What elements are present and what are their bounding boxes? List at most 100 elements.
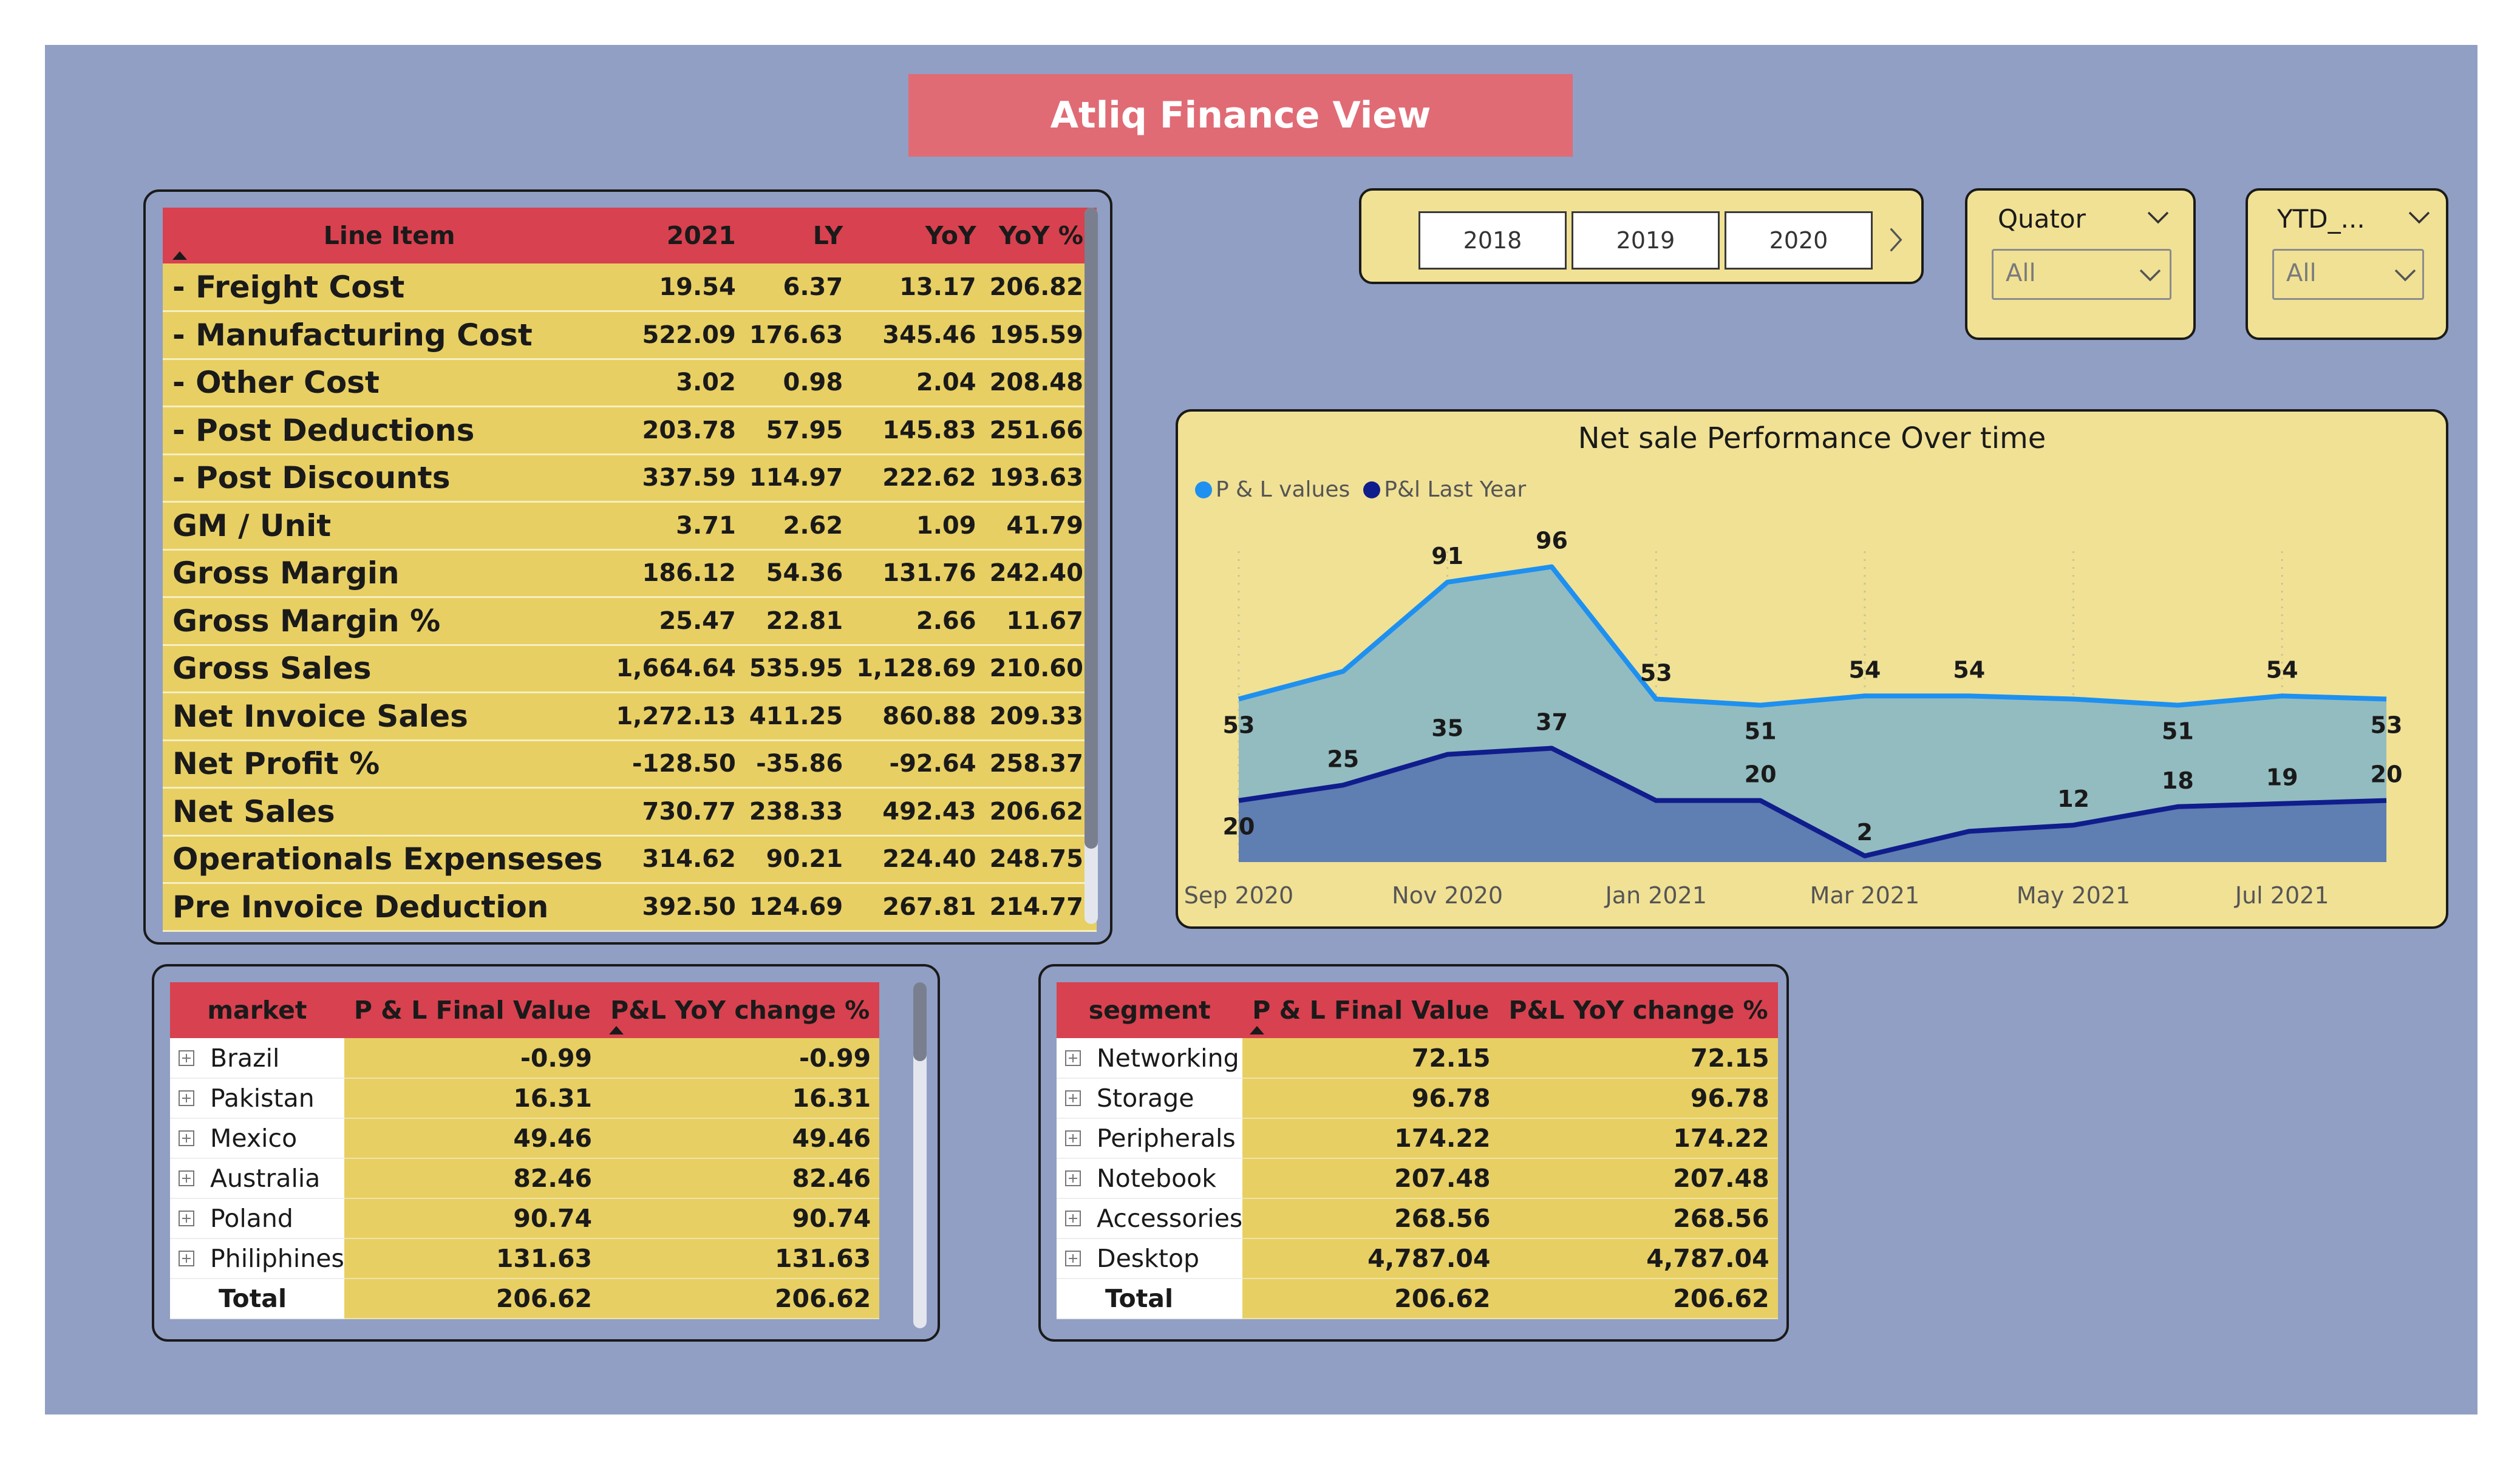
pl-row-value: 57.95 (749, 406, 857, 455)
expand-plus-icon[interactable] (1065, 1251, 1081, 1266)
row-value: 4,787.04 (1242, 1238, 1499, 1279)
chevron-down-icon[interactable] (2407, 205, 2431, 229)
table-row[interactable]: Networking 72.15 72.15 (1057, 1038, 1778, 1079)
row-name: Peripherals (1097, 1124, 1236, 1153)
row-name-cell: Storage (1057, 1078, 1243, 1119)
legend-item-pl-values[interactable]: P & L values (1195, 477, 1350, 502)
data-label: 2 (1857, 819, 1873, 846)
pl-table-row[interactable]: Pre Invoice Deduction 392.50 124.69 267.81 2… (163, 883, 1097, 932)
pl-row-value: 0.98 (749, 359, 857, 407)
table-row[interactable]: Accessories 268.56 268.56 (1057, 1198, 1778, 1239)
pl-header-2021[interactable]: 2021 (616, 208, 749, 263)
pl-row-label: - Post Discounts (163, 454, 616, 503)
segment-header-final-value[interactable]: P & L Final Value (1242, 982, 1499, 1038)
market-header-final-value[interactable]: P & L Final Value (344, 982, 601, 1038)
pl-row-value: 392.50 (616, 883, 749, 932)
table-row[interactable]: Australia 82.46 82.46 (170, 1158, 880, 1199)
expand-plus-icon[interactable] (179, 1050, 194, 1066)
pl-table-row[interactable]: - Other Cost 3.02 0.98 2.04 208.48 (163, 359, 1097, 407)
pl-table-row[interactable]: - Manufacturing Cost 522.09 176.63 345.46 19… (163, 311, 1097, 360)
year-button-2018[interactable]: 2018 (1418, 211, 1567, 270)
pl-row-label: - Manufacturing Cost (163, 311, 616, 360)
pl-row-value: 124.69 (749, 883, 857, 932)
pl-row-value: 206.82 (989, 263, 1097, 312)
pl-table-scrollbar[interactable] (1085, 208, 1098, 924)
pl-header-ly[interactable]: LY (749, 208, 857, 263)
table-row[interactable]: Desktop 4,787.04 4,787.04 (1057, 1238, 1778, 1279)
pl-table-row[interactable]: Gross Sales 1,664.64 535.95 1,128.69 210.60 (163, 645, 1097, 693)
chevron-down-icon (2139, 269, 2161, 282)
pl-table-row[interactable]: - Post Deductions 203.78 57.95 145.83 251.66 (163, 406, 1097, 455)
table-row[interactable]: Notebook 207.48 207.48 (1057, 1158, 1778, 1199)
data-label: 53 (1640, 659, 1672, 686)
quator-slicer: Quator All (1965, 188, 2196, 340)
pl-table-row[interactable]: Net Sales 730.77 238.33 492.43 206.62 (163, 787, 1097, 837)
chevron-right-icon[interactable] (1884, 225, 1908, 255)
data-label: 54 (1848, 656, 1881, 683)
pl-table-row[interactable]: Net Profit % -128.50 -35.86 -92.64 258.37 (163, 740, 1097, 789)
market-table-scrollbar[interactable] (913, 982, 927, 1328)
table-row[interactable]: Mexico 49.46 49.46 (170, 1118, 880, 1159)
market-table-scroll-thumb[interactable] (913, 982, 927, 1061)
data-label: 20 (1745, 761, 1777, 788)
expand-plus-icon[interactable] (1065, 1050, 1081, 1066)
expand-plus-icon[interactable] (1065, 1130, 1081, 1146)
row-value: 49.46 (344, 1118, 601, 1159)
chart-title: Net sale Performance Over time (1578, 421, 2046, 455)
chevron-down-icon[interactable] (2146, 205, 2170, 229)
pl-row-label: - Freight Cost (163, 263, 616, 312)
pl-table-scroll-thumb[interactable] (1085, 208, 1098, 849)
quator-dropdown[interactable]: All (1992, 249, 2171, 300)
ytd-dropdown[interactable]: All (2272, 249, 2424, 300)
pl-table-row[interactable]: Operationals Expenseses 314.62 90.21 224.40… (163, 835, 1097, 884)
segment-table: segment P & L Final Value P&L YoY change… (1057, 982, 1778, 1319)
pl-table-row[interactable]: GM / Unit 3.71 2.62 1.09 41.79 (163, 501, 1097, 551)
segment-header-yoy-change[interactable]: P&L YoY change % (1499, 982, 1778, 1038)
pl-table-row[interactable]: Gross Margin % 25.47 22.81 2.66 11.67 (163, 597, 1097, 646)
expand-plus-icon[interactable] (1065, 1211, 1081, 1226)
pl-table-row[interactable]: Net Invoice Sales 1,272.13 411.25 860.88 209… (163, 692, 1097, 741)
pl-table-row[interactable]: Gross Margin 186.12 54.36 131.76 242.40 (163, 549, 1097, 598)
pl-row-value: 860.88 (856, 692, 990, 741)
pl-table-row[interactable]: - Freight Cost 19.54 6.37 13.17 206.82 (163, 263, 1097, 312)
sort-ascending-icon[interactable] (1250, 1026, 1265, 1034)
pl-row-value: 203.78 (616, 406, 749, 455)
table-row[interactable]: Storage 96.78 96.78 (1057, 1078, 1778, 1119)
expand-plus-icon[interactable] (179, 1090, 194, 1106)
market-header-market[interactable]: market (170, 982, 344, 1038)
pl-row-value: 535.95 (749, 645, 857, 693)
segment-header-segment[interactable]: segment (1057, 982, 1243, 1038)
pl-table-row[interactable]: - Post Discounts 337.59 114.97 222.62 193.63 (163, 454, 1097, 503)
row-name-cell: Pakistan (170, 1078, 344, 1119)
row-name-cell: Poland (170, 1198, 344, 1239)
pl-row-value: 195.59 (989, 311, 1097, 360)
pl-header-yoy-pct[interactable]: YoY % (989, 208, 1097, 263)
expand-plus-icon[interactable] (179, 1130, 194, 1146)
expand-plus-icon[interactable] (1065, 1170, 1081, 1186)
row-name-cell: Accessories (1057, 1198, 1243, 1239)
sort-ascending-icon[interactable] (609, 1026, 624, 1034)
year-button-2020[interactable]: 2020 (1725, 211, 1873, 270)
pl-header-line-item[interactable]: Line Item (163, 208, 616, 263)
legend-label-pl-last-year: P&l Last Year (1384, 477, 1527, 502)
expand-plus-icon[interactable] (1065, 1090, 1081, 1106)
table-row[interactable]: Pakistan 16.31 16.31 (170, 1078, 880, 1119)
legend-item-pl-last-year[interactable]: P&l Last Year (1363, 477, 1526, 502)
pl-row-value: 54.36 (749, 549, 857, 598)
quator-dropdown-value: All (2006, 259, 2036, 287)
sort-ascending-icon[interactable] (172, 251, 187, 260)
table-row[interactable]: Brazil -0.99 -0.99 (170, 1038, 880, 1079)
year-button-2019[interactable]: 2019 (1572, 211, 1720, 270)
market-header-yoy-change[interactable]: P&L YoY change % (601, 982, 880, 1038)
expand-plus-icon[interactable] (179, 1251, 194, 1266)
pl-header-yoy[interactable]: YoY (856, 208, 990, 263)
data-label: 91 (1431, 543, 1463, 569)
row-value: 82.46 (344, 1158, 601, 1199)
pl-row-value: 1.09 (856, 501, 990, 551)
table-row[interactable]: Peripherals 174.22 174.22 (1057, 1118, 1778, 1159)
expand-plus-icon[interactable] (179, 1211, 194, 1226)
table-row[interactable]: Philiphines 131.63 131.63 (170, 1238, 880, 1279)
pl-row-label: Net Invoice Sales (163, 692, 616, 741)
expand-plus-icon[interactable] (179, 1170, 194, 1186)
table-row[interactable]: Poland 90.74 90.74 (170, 1198, 880, 1239)
